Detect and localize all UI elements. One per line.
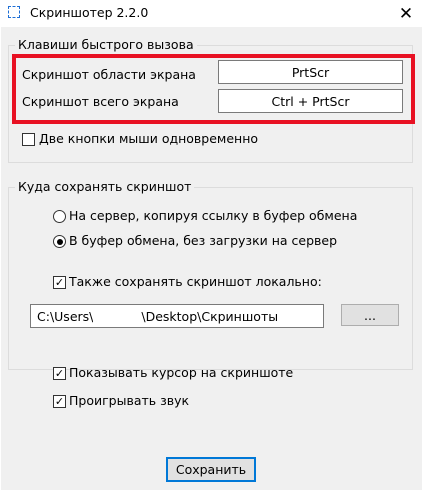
browse-button[interactable]: ... bbox=[341, 304, 399, 326]
close-button[interactable]: ✕ bbox=[389, 0, 423, 27]
radio-clipboard[interactable] bbox=[53, 235, 66, 248]
area-hotkey-field[interactable]: PrtScr bbox=[218, 60, 403, 84]
full-hotkey-value: Ctrl + PrtScr bbox=[271, 93, 350, 109]
show-cursor-checkbox[interactable]: ✓ bbox=[53, 367, 66, 380]
save-local-checkbox[interactable]: ✓ bbox=[53, 276, 66, 289]
both-mouse-label: Две кнопки мыши одновременно bbox=[39, 131, 259, 146]
browse-button-label: ... bbox=[364, 307, 376, 323]
screenshot-app-icon bbox=[8, 6, 20, 18]
full-hotkey-label: Скриншот всего экрана bbox=[22, 94, 179, 109]
play-sound-label: Проигрывать звук bbox=[69, 393, 190, 408]
hotkeys-group-legend: Клавиши быстрого вызова bbox=[15, 37, 197, 53]
area-hotkey-value: PrtScr bbox=[291, 64, 330, 80]
full-hotkey-field[interactable]: Ctrl + PrtScr bbox=[218, 89, 403, 113]
play-sound-checkbox[interactable]: ✓ bbox=[53, 395, 66, 408]
save-button-label: Сохранить bbox=[175, 462, 247, 477]
check-icon: ✓ bbox=[54, 367, 65, 380]
radio-server-label: На сервер, копируя ссылку в буфер обмена bbox=[69, 208, 358, 223]
save-path-input[interactable]: C:\Users\ \Desktop\Скриншоты bbox=[30, 304, 324, 328]
check-icon: ✓ bbox=[54, 395, 65, 408]
title-bar[interactable]: Скриншотер 2.2.0 ✕ bbox=[0, 0, 423, 27]
window-client-area: Клавиши быстрого вызова Скриншот области… bbox=[1, 27, 422, 490]
radio-server[interactable] bbox=[53, 210, 66, 223]
save-path-suffix: \Desktop\Скриншоты bbox=[141, 308, 279, 324]
save-button[interactable]: Сохранить bbox=[166, 457, 256, 482]
area-hotkey-label: Скриншот области экрана bbox=[22, 67, 196, 82]
show-cursor-label: Показывать курсор на скриншоте bbox=[69, 365, 294, 380]
radio-clipboard-label: В буфер обмена, без загрузки на сервер bbox=[69, 233, 338, 248]
check-icon: ✓ bbox=[54, 276, 65, 289]
save-group-legend: Куда сохранять скриншот bbox=[15, 179, 195, 195]
close-icon: ✕ bbox=[398, 3, 414, 24]
both-mouse-checkbox[interactable] bbox=[22, 133, 35, 146]
save-path-prefix: C:\Users\ bbox=[37, 308, 94, 324]
redacted-username bbox=[93, 309, 142, 323]
window-title: Скриншотер 2.2.0 bbox=[30, 5, 149, 20]
save-local-label: Также сохранять скриншот локально: bbox=[69, 274, 322, 289]
